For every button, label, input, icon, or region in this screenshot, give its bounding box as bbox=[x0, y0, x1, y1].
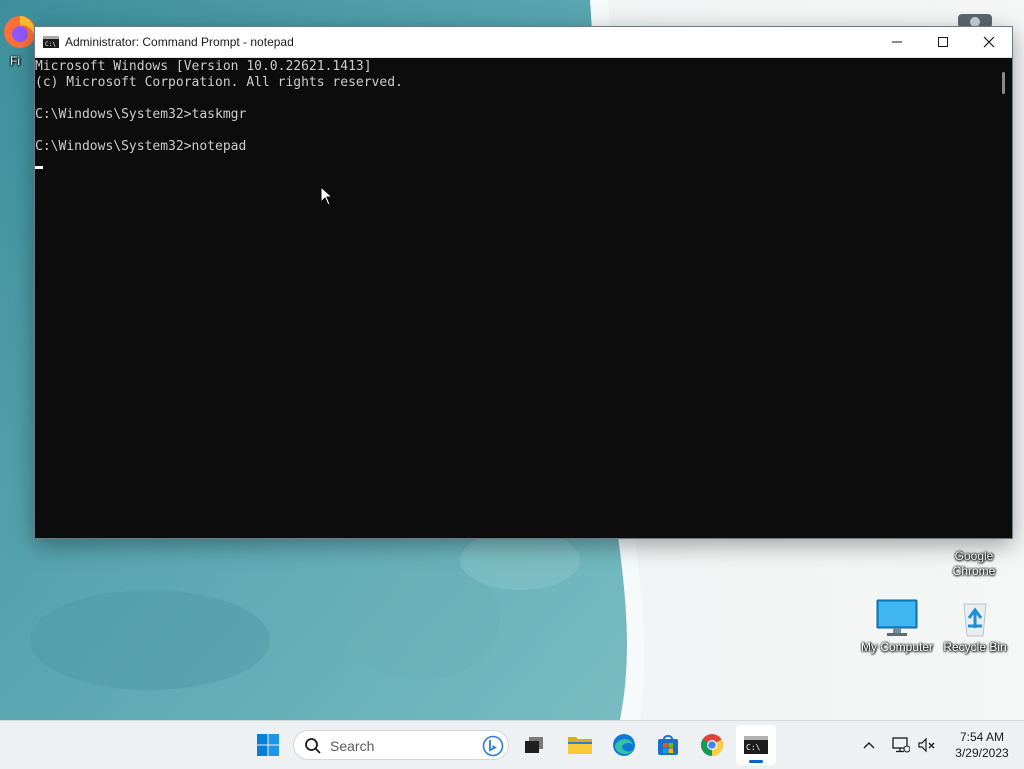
close-button[interactable] bbox=[966, 27, 1012, 57]
desktop-icon-label: Google Chrome bbox=[952, 549, 996, 578]
task-view-icon bbox=[525, 737, 543, 753]
network-icon bbox=[892, 737, 910, 753]
start-button[interactable] bbox=[248, 725, 288, 765]
console-line: (c) Microsoft Corporation. All rights re… bbox=[35, 75, 403, 90]
taskbar-chrome[interactable] bbox=[692, 725, 732, 765]
desktop-icon-label: Recycle Bin bbox=[943, 640, 1007, 654]
console-line: C:\Windows\System32>taskmgr bbox=[35, 107, 247, 122]
taskbar-store[interactable] bbox=[648, 725, 688, 765]
console-line: Microsoft Windows [Version 10.0.22621.14… bbox=[35, 59, 372, 74]
active-app-indicator bbox=[749, 760, 763, 763]
minimize-button[interactable] bbox=[874, 27, 920, 57]
desktop-icon-label: My Computer bbox=[860, 640, 934, 654]
volume-muted-icon bbox=[918, 737, 935, 753]
console-scrollbar[interactable] bbox=[996, 58, 1012, 538]
mouse-pointer-icon bbox=[320, 186, 332, 206]
store-icon bbox=[658, 735, 678, 755]
taskbar-search-box[interactable]: Search bbox=[293, 730, 509, 760]
command-prompt-window[interactable]: C:\ Administrator: Command Prompt - note… bbox=[34, 26, 1013, 539]
terminal-icon: C:\ bbox=[43, 36, 59, 48]
title-bar[interactable]: C:\ Administrator: Command Prompt - note… bbox=[35, 27, 1012, 58]
chevron-up-icon bbox=[863, 742, 875, 749]
desktop-icon-chrome[interactable]: Google Chrome bbox=[934, 536, 1014, 579]
desktop-icon-recycle-bin[interactable]: Recycle Bin bbox=[935, 598, 1015, 655]
taskbar-command-prompt[interactable]: C:\ bbox=[736, 725, 776, 765]
maximize-button[interactable] bbox=[920, 27, 966, 57]
search-placeholder: Search bbox=[330, 738, 375, 754]
clock-date: 3/29/2023 bbox=[955, 746, 1009, 760]
scrollbar-thumb[interactable] bbox=[1002, 72, 1005, 94]
tray-network-button[interactable] bbox=[889, 733, 913, 757]
minimize-icon bbox=[892, 41, 902, 43]
tray-volume-button[interactable] bbox=[915, 733, 939, 757]
desktop-icon-my-computer[interactable]: My Computer bbox=[857, 598, 937, 655]
tray-overflow-button[interactable] bbox=[857, 733, 881, 757]
clock-time: 7:54 AM bbox=[959, 730, 1005, 744]
monitor-icon bbox=[876, 599, 918, 636]
taskbar-clock[interactable]: 7:54 AM 3/29/2023 bbox=[944, 729, 1020, 761]
taskbar: Search C:\ 7:54 AM 3/29/2023 bbox=[0, 720, 1024, 769]
console-line: C:\Windows\System32>notepad bbox=[35, 139, 247, 154]
maximize-icon bbox=[938, 37, 948, 47]
taskbar-file-explorer[interactable] bbox=[560, 725, 600, 765]
bing-icon[interactable] bbox=[482, 735, 504, 757]
windows-start-icon bbox=[257, 734, 279, 756]
chrome-icon bbox=[701, 734, 723, 756]
edge-icon bbox=[613, 734, 635, 756]
folder-icon bbox=[568, 737, 592, 754]
terminal-icon: C:\ bbox=[744, 736, 768, 754]
search-icon bbox=[305, 738, 321, 754]
window-title: Administrator: Command Prompt - notepad bbox=[65, 35, 294, 49]
task-view-button[interactable] bbox=[514, 725, 554, 765]
svg-text:C:\: C:\ bbox=[45, 41, 56, 48]
text-cursor bbox=[35, 166, 43, 169]
close-icon bbox=[983, 36, 995, 48]
console-output[interactable]: Microsoft Windows [Version 10.0.22621.14… bbox=[35, 58, 995, 538]
recycle-bin-icon bbox=[963, 603, 987, 637]
taskbar-edge[interactable] bbox=[604, 725, 644, 765]
svg-text:C:\: C:\ bbox=[746, 743, 761, 752]
